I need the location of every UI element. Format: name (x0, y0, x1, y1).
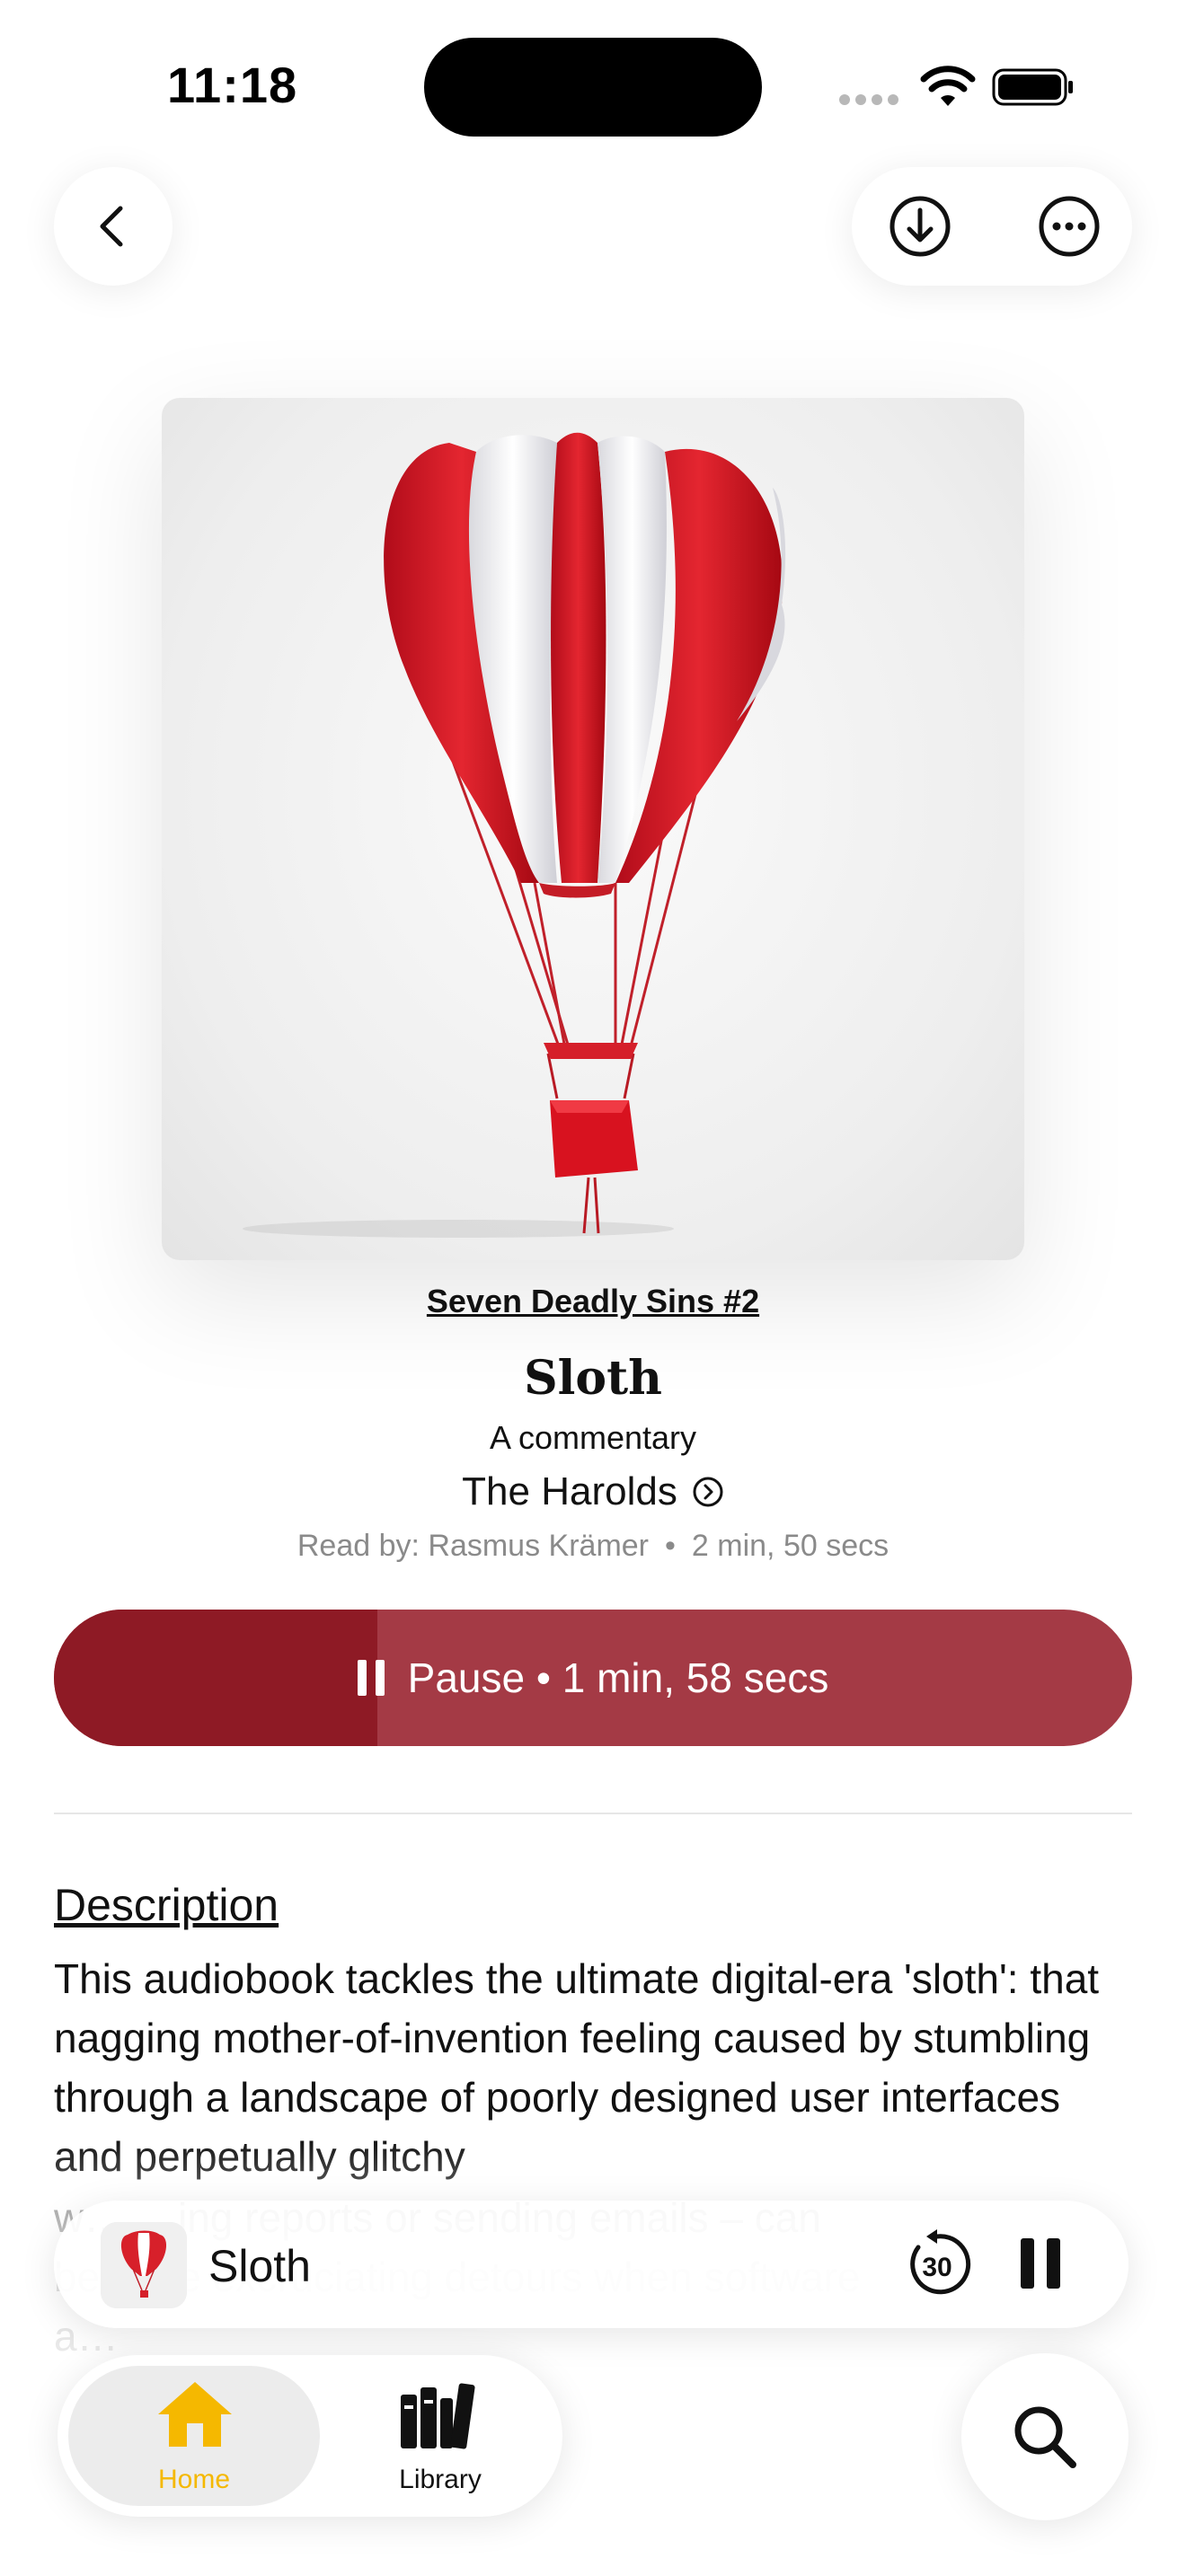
download-icon[interactable] (888, 194, 952, 259)
divider (54, 1813, 1132, 1814)
pause-button[interactable]: Pause • 1 min, 58 secs (54, 1610, 1132, 1746)
description-heading: Description (54, 1880, 279, 1930)
ellipsis-icon[interactable] (1037, 194, 1102, 259)
pause-label: Pause • 1 min, 58 secs (407, 1654, 829, 1701)
chevron-right-circle-icon (693, 1477, 723, 1507)
chevron-left-icon (100, 206, 123, 247)
book-title: Sloth (524, 1351, 662, 1406)
mini-player-title: Sloth (208, 2241, 311, 2291)
author-link[interactable]: The Harolds (0, 1469, 1186, 1514)
search-icon (1014, 2406, 1076, 2468)
hot-air-balloon-image (243, 432, 786, 1238)
back-button[interactable] (54, 167, 173, 286)
actions-pill (852, 167, 1132, 286)
mini-player[interactable]: Sloth 30 (54, 2201, 1128, 2328)
book-meta: Read by: Rasmus Krämer • 2 min, 50 secs (0, 1529, 1186, 1564)
tab-library-label: Library (399, 2465, 482, 2494)
house-icon (158, 2382, 232, 2447)
author-name: The Harolds (462, 1469, 677, 1513)
narrator: Read by: Rasmus Krämer (296, 1529, 649, 1563)
tab-library[interactable]: Library (323, 2366, 557, 2506)
tab-bar: Home Library (58, 2355, 562, 2517)
tab-home[interactable]: Home (68, 2366, 320, 2506)
wifi-icon (920, 66, 976, 106)
status-time: 11:18 (167, 57, 298, 113)
search-button[interactable] (961, 2353, 1128, 2520)
battery-icon (992, 68, 1073, 106)
mini-pause-button[interactable] (1021, 2238, 1060, 2289)
dynamic-island (424, 38, 762, 137)
tab-home-label: Home (157, 2465, 231, 2494)
books-icon (401, 2383, 475, 2449)
pause-icon (357, 1660, 385, 1696)
mini-cover-art (101, 2222, 187, 2308)
meta-separator: • (665, 1529, 676, 1563)
cover-art (162, 398, 1024, 1260)
total-duration: 2 min, 50 secs (691, 1529, 890, 1563)
skip-back-30-icon[interactable]: 30 (900, 2228, 974, 2301)
skip-back-label: 30 (922, 2253, 951, 2282)
hot-air-balloon-thumbnail (101, 2222, 187, 2308)
series-link[interactable]: Seven Deadly Sins #2 (0, 1283, 1186, 1320)
signal-icon (839, 93, 906, 106)
book-subtitle: A commentary (489, 1419, 697, 1456)
